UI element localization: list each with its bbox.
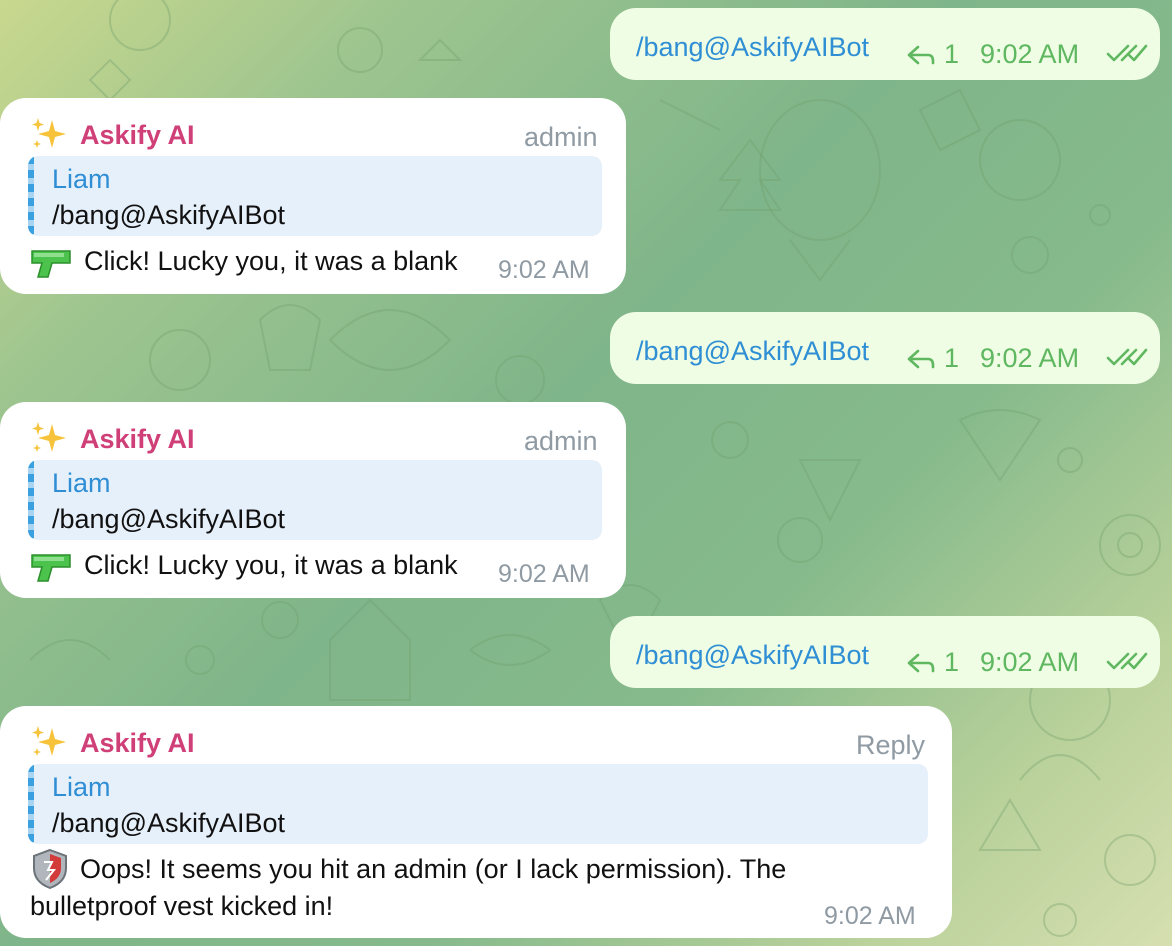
command-text[interactable]: /bang@AskifyAIBot (636, 32, 869, 63)
reply-count[interactable]: 1 (906, 39, 959, 70)
quote-bar (28, 460, 34, 540)
quote-bar (28, 764, 34, 844)
sparkles-icon (32, 422, 66, 452)
reply-count-number: 1 (944, 39, 960, 69)
admin-badge: admin (524, 426, 598, 456)
message-text: Click! Lucky you, it was a blank (84, 245, 458, 276)
reply-arrow-icon (907, 45, 935, 64)
message-time: 9:02 AM (980, 647, 1080, 677)
sender-name[interactable]: Askify AI (80, 424, 195, 455)
message-time: 9:02 AM (824, 902, 916, 930)
message-time: 9:02 AM (980, 343, 1080, 373)
reply-quote[interactable]: Liam /bang@AskifyAIBot (28, 764, 928, 844)
command-text[interactable]: /bang@AskifyAIBot (636, 336, 869, 367)
message-text: Click! Lucky you, it was a blank (84, 549, 458, 580)
reply-count[interactable]: 1 (906, 647, 959, 678)
water-pistol-icon (31, 554, 71, 582)
admin-badge: admin (524, 122, 598, 152)
reply-count-number: 1 (944, 343, 960, 373)
reply-arrow-icon (907, 653, 935, 672)
message-body: Click! Lucky you, it was a blank (30, 243, 458, 279)
incoming-message[interactable]: Askify AI admin Liam /bang@AskifyAIBot C… (0, 402, 626, 598)
water-pistol-icon (31, 250, 71, 278)
command-text[interactable]: /bang@AskifyAIBot (636, 640, 869, 671)
message-body: Oops! It seems you hit an admin (or I la… (30, 848, 786, 890)
sparkles-icon (32, 726, 66, 756)
sender-name[interactable]: Askify AI (80, 728, 195, 759)
message-time: 9:02 AM (498, 560, 590, 588)
outgoing-message[interactable]: /bang@AskifyAIBot 1 9:02 AM (610, 312, 1160, 384)
message-text-line1: Oops! It seems you hit an admin (or I la… (80, 853, 787, 884)
quote-text: /bang@AskifyAIBot (52, 504, 286, 534)
message-time: 9:02 AM (498, 256, 590, 284)
outgoing-message[interactable]: /bang@AskifyAIBot 1 9:02 AM (610, 616, 1160, 688)
message-text-line2: bulletproof vest kicked in! (30, 891, 334, 921)
quote-author: Liam (52, 164, 111, 194)
quote-text: /bang@AskifyAIBot (52, 808, 286, 838)
quote-text: /bang@AskifyAIBot (52, 200, 286, 230)
quote-bar (28, 156, 34, 236)
double-check-icon (1106, 348, 1148, 366)
reply-count-number: 1 (944, 647, 960, 677)
message-time: 9:02 AM (980, 39, 1080, 69)
sparkles-icon (32, 118, 66, 148)
incoming-message[interactable]: Askify AI admin Liam /bang@AskifyAIBot C… (0, 98, 626, 294)
sender-row: Askify AI (30, 420, 195, 458)
outgoing-message[interactable]: /bang@AskifyAIBot 1 9:02 AM (610, 8, 1160, 80)
message-body: Click! Lucky you, it was a blank (30, 547, 458, 583)
quote-author: Liam (52, 468, 111, 498)
double-check-icon (1106, 652, 1148, 670)
sender-row: Askify AI (30, 116, 195, 154)
reply-button[interactable]: Reply (856, 730, 925, 761)
double-check-icon (1106, 44, 1148, 62)
sender-row: Askify AI (30, 724, 195, 762)
incoming-message[interactable]: Askify AI Reply Liam /bang@AskifyAIBot O… (0, 706, 952, 938)
shield-icon (33, 848, 67, 890)
reply-quote[interactable]: Liam /bang@AskifyAIBot (28, 156, 602, 236)
reply-arrow-icon (907, 349, 935, 368)
reply-count[interactable]: 1 (906, 343, 959, 374)
sender-name[interactable]: Askify AI (80, 120, 195, 151)
reply-quote[interactable]: Liam /bang@AskifyAIBot (28, 460, 602, 540)
quote-author: Liam (52, 772, 111, 802)
